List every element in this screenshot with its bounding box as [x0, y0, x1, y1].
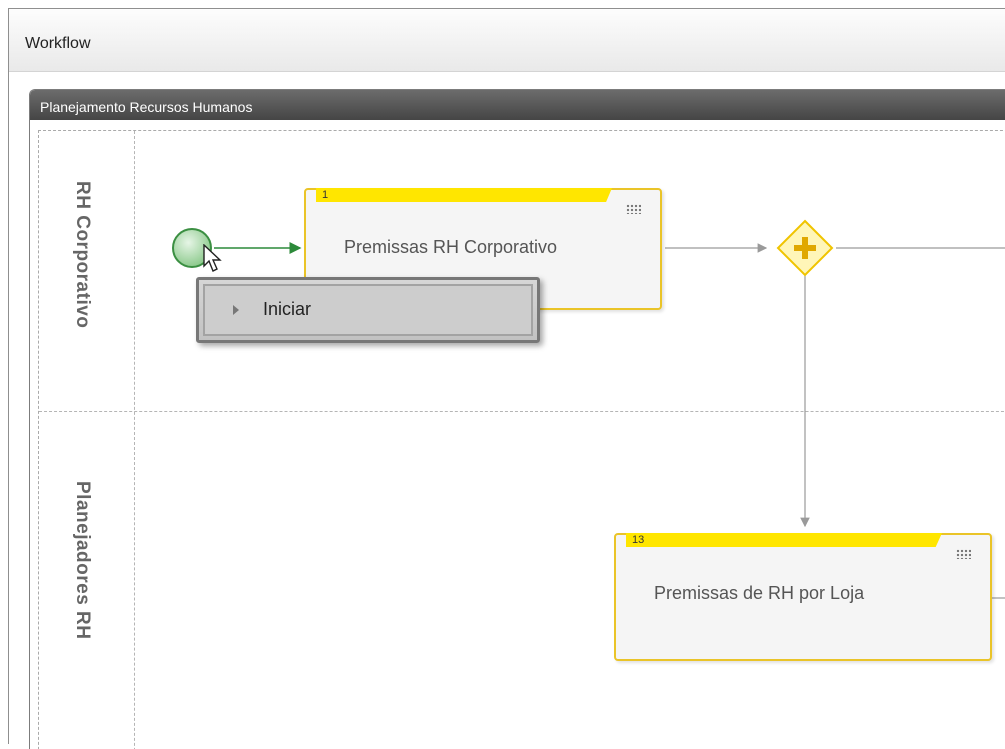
menu-item-iniciar[interactable]: Iniciar — [203, 284, 533, 336]
menu-arrow-icon — [233, 305, 239, 315]
parallel-gateway-icon[interactable] — [775, 218, 835, 278]
context-menu: Iniciar — [196, 277, 540, 343]
task-premissas-de-rh-por-loja[interactable]: 13 Premissas de RH por Loja — [614, 533, 992, 661]
task-number-tag: 13 — [626, 533, 942, 547]
task-label: Premissas de RH por Loja — [654, 583, 865, 603]
task-menu-icon[interactable] — [626, 204, 641, 214]
task-label: Premissas RH Corporativo — [344, 237, 558, 257]
task-number-tag: 1 — [316, 188, 612, 202]
mouse-cursor-icon — [203, 244, 222, 272]
menu-item-label: Iniciar — [263, 299, 312, 319]
task-menu-icon[interactable] — [956, 549, 971, 559]
